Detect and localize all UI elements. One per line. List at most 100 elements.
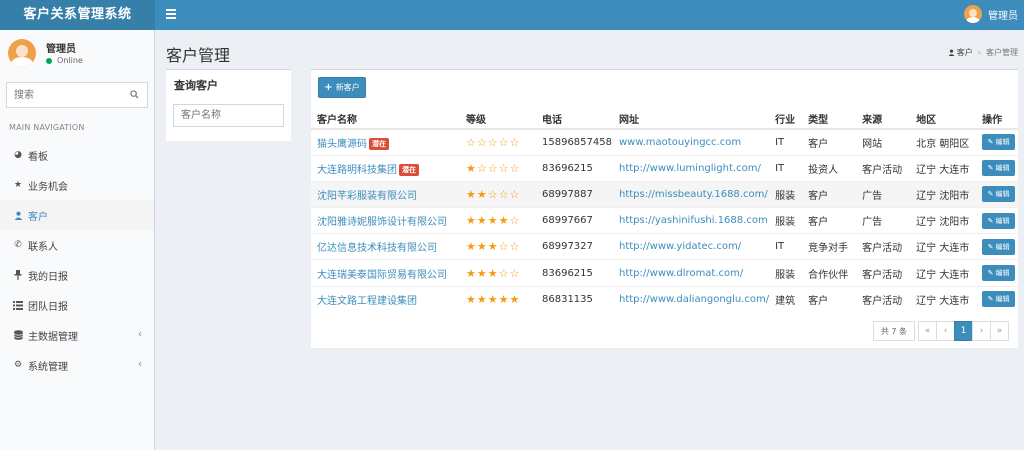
industry-cell: 建筑 [769,285,803,313]
pagination-total: 共 7 条 [872,321,915,341]
phone-cell: 86831135 [536,285,613,313]
edit-button[interactable]: ✎ 编辑 [982,160,1016,177]
column-header-name[interactable]: 客户名称 [311,108,460,130]
online-dot-icon [46,57,52,64]
sidebar-item-team-daily-report[interactable]: 团队日报 [0,290,154,320]
user-icon [948,49,955,56]
source-cell: 广告 [856,207,911,234]
type-cell: 客户 [802,285,857,313]
table-header-row: 客户名称 等级 电话 网址 行业 类型 来源 地区 操作 [311,108,1018,130]
customer-name-link[interactable]: 猫头鹰源码 [317,139,367,150]
customer-name-input[interactable] [173,104,284,127]
column-header-industry[interactable]: 行业 [769,108,803,130]
sidebar-toggle-icon[interactable] [166,9,176,19]
website-link[interactable]: http://www.dlromat.com/ [619,268,743,279]
plus-icon: + [324,82,333,93]
breadcrumb-current: 客户管理 [986,48,1018,57]
phone-cell: 15896857458 [536,128,613,156]
customer-name-link[interactable]: 沈阳雅诗妮服饰设计有限公司 [317,217,447,228]
region-cell: 辽宁 沈阳市 [910,180,977,208]
sidebar-item-customers[interactable]: 客户 [0,200,154,230]
customer-name-link[interactable]: 大连瑞美泰国际贸易有限公司 [317,270,447,281]
rating-stars: ★★★★★ [460,285,536,313]
search-icon[interactable] [130,90,139,99]
website-link[interactable]: http://www.luminglight.com/ [619,163,761,174]
website-link[interactable]: https://missbeauty.1688.com/ [619,189,768,200]
page-number-button[interactable]: 1 [954,321,973,341]
customer-name-link[interactable]: 大连文路工程建设集团 [317,296,417,307]
column-header-actions: 操作 [976,108,1018,130]
column-header-phone[interactable]: 电话 [536,108,613,130]
phone-cell: 83696215 [536,259,613,287]
sidebar-item-opportunities[interactable]: ★ 业务机会 [0,170,154,200]
prev-page-button[interactable]: ‹ [936,321,955,341]
edit-button[interactable]: ✎ 编辑 [982,212,1016,229]
column-header-url[interactable]: 网址 [613,108,770,130]
sidebar-item-master-data[interactable]: 主数据管理 ‹ [0,320,154,350]
region-cell: 辽宁 大连市 [910,285,977,313]
pagination: 共 7 条 « ‹ 1 › » [872,321,1009,341]
website-link[interactable]: http://www.yidatec.com/ [619,241,741,252]
region-cell: 北京 朝阳区 [910,128,977,156]
avatar [8,39,36,67]
edit-button[interactable]: ✎ 编辑 [982,291,1016,308]
region-cell: 辽宁 大连市 [910,259,977,287]
website-link[interactable]: http://www.daliangonglu.com/ [619,294,769,305]
table-row: 大连路明科技集团 潜在 ★☆☆☆☆ 83696215 http://www.lum… [311,154,1018,182]
source-cell: 客户活动 [856,285,911,313]
sidebar-item-dashboard[interactable]: ◕ 看板 [0,140,154,170]
sidebar-item-my-daily-report[interactable]: 我的日报 [0,260,154,290]
customer-name-link[interactable]: 亿达信息技术科技有限公司 [317,243,437,254]
table-row: 沈阳雅诗妮服饰设计有限公司 ★★★★☆ 68997667 https://yas… [311,207,1018,234]
table-row: 大连文路工程建设集团 ★★★★★ 86831135 http://www.dal… [311,285,1018,313]
edit-button[interactable]: ✎ 编辑 [982,265,1016,282]
breadcrumb: 客户 › 客户管理 [948,47,1018,58]
table-row: 亿达信息技术科技有限公司 ★★★☆☆ 68997327 http://www.y… [311,233,1018,260]
website-link[interactable]: www.maotouyingcc.com [619,137,741,148]
next-page-button[interactable]: › [972,321,991,341]
column-header-source[interactable]: 来源 [856,108,911,130]
type-cell: 客户 [802,128,857,156]
edit-label: 编辑 [995,295,1010,304]
user-menu[interactable]: 管理员 [964,5,1018,23]
database-icon [12,330,24,340]
type-cell: 合作伙伴 [802,259,857,287]
edit-label: 编辑 [995,242,1010,251]
edit-button[interactable]: ✎ 编辑 [982,186,1016,203]
column-header-level[interactable]: 等级 [460,108,536,130]
sidebar: 管理员 Online MAIN NAVIGATION ◕ 看板 ★ 业务机会 客… [0,30,155,450]
breadcrumb-parent[interactable]: 客户 [957,47,973,58]
pencil-icon: ✎ [987,138,994,147]
customer-name-link[interactable]: 大连路明科技集团 [317,165,397,176]
column-header-region[interactable]: 地区 [910,108,977,130]
customer-name-link[interactable]: 沈阳芊彩服装有限公司 [317,191,417,202]
type-cell: 客户 [802,180,857,208]
edit-label: 编辑 [995,190,1010,199]
cogs-icon: ⚙ [13,360,23,370]
column-header-type[interactable]: 类型 [802,108,857,130]
region-cell: 辽宁 大连市 [910,233,977,260]
sidebar-item-system-admin[interactable]: ⚙ 系统管理 ‹ [0,350,154,380]
last-page-button[interactable]: » [990,321,1009,341]
pin-icon [12,270,24,280]
phone-cell: 68997887 [536,180,613,208]
edit-button[interactable]: ✎ 编辑 [982,238,1016,255]
website-link[interactable]: https://yashinifushi.1688.com [619,215,768,226]
user-icon [12,211,24,220]
pencil-icon: ✎ [987,242,994,251]
phone-cell: 68997667 [536,207,613,234]
rating-stars: ★★★★☆ [460,207,536,234]
table-row: 猫头鹰源码 潜在 ☆☆☆☆☆ 15896857458 www.maotouying… [311,128,1018,156]
sidebar-item-label: 看板 [28,151,48,163]
industry-cell: 服装 [769,259,803,287]
table-row: 沈阳芊彩服装有限公司 ★★☆☆☆ 68997887 https://missbe… [311,180,1018,208]
first-page-button[interactable]: « [918,321,937,341]
sidebar-item-contacts[interactable]: ✆ 联系人 [0,230,154,260]
sidebar-search-input[interactable] [7,83,122,107]
sidebar-item-label: 业务机会 [28,181,68,193]
app-logo[interactable]: 客户关系管理系统 [0,0,155,30]
user-name: 管理员 [46,44,76,55]
new-customer-button[interactable]: + 新客户 [318,77,366,98]
type-cell: 客户 [802,207,857,234]
edit-button[interactable]: ✎ 编辑 [982,134,1016,151]
